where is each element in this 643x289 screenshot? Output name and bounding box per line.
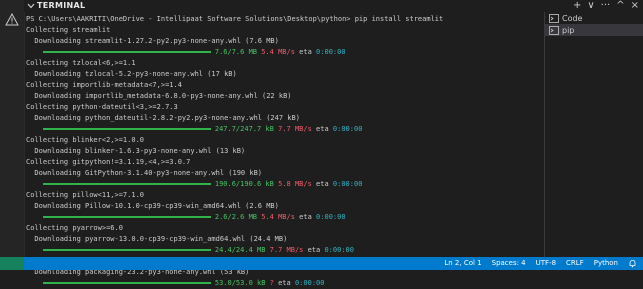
progress-bar <box>42 183 211 185</box>
progress-eta-value: 0:00:00 <box>294 279 325 287</box>
dropdown-icon[interactable]: ∨ <box>587 0 594 12</box>
terminal-line: Downloading blinker-1.6.3-py3-none-any.w… <box>26 147 246 155</box>
terminal-line: Collecting streamlit <box>26 26 111 34</box>
terminal-tab-label: Code <box>562 13 583 23</box>
progress-bar <box>42 249 211 251</box>
progress-speed: ? <box>269 279 274 287</box>
progress-eta-value: 0:00:00 <box>316 48 346 56</box>
progress-indent <box>26 48 43 56</box>
progress-amount: 190.6/190.6 kB <box>214 180 274 188</box>
terminal-line: Collecting tzlocal<6,>=1.1 <box>26 59 136 67</box>
progress-amount: 24.4/24.4 MB <box>214 246 266 254</box>
progress-speed: 5.4 MB/s <box>261 213 295 221</box>
terminal-line: Downloading tzlocal-5.2-py3-none-any.whl… <box>26 70 237 78</box>
progress-amount: 53.0/53.0 kB <box>214 279 266 287</box>
progress-line: 190.6/190.6 kB 5.8 MB/s eta 0:00:00 <box>26 179 542 190</box>
progress-indent <box>26 279 43 287</box>
terminal-line: Collecting importlib-metadata<7,>=1.4 <box>26 81 182 89</box>
progress-amount: 247.7/247.7 kB <box>214 125 274 133</box>
progress-eta-value: 0:00:00 <box>316 213 346 221</box>
progress-eta-value: 0:00:00 <box>324 246 354 254</box>
terminal-line: Collecting gitpython!=3.1.19,<4,>=3.0.7 <box>26 158 191 166</box>
progress-speed: 5.8 MB/s <box>278 180 312 188</box>
new-terminal-icon[interactable]: + <box>573 0 581 12</box>
progress-line: 53.0/53.0 kB ? eta 0:00:00 <box>26 278 542 289</box>
terminal-line: Collecting pyarrow>=6.0 <box>26 224 123 232</box>
status-indentation[interactable]: Spaces: 4 <box>492 257 526 270</box>
terminal-line: Downloading streamlit-1.27.2-py2.py3-non… <box>26 37 279 45</box>
vscode-window: TERMINAL + ∨ ··· ^ × PS C:\Users\AAKRITI… <box>0 0 643 287</box>
progress-eta-label: eta <box>307 246 321 254</box>
terminal-tab-label: pip <box>562 25 575 35</box>
terminal-line: Downloading pyarrow-13.0.0-cp39-cp39-win… <box>26 235 288 243</box>
warning-icon[interactable] <box>5 13 19 26</box>
progress-eta-label: eta <box>316 180 329 188</box>
progress-bar <box>42 282 211 284</box>
progress-bar <box>42 51 211 53</box>
progress-line: 2.6/2.6 MB 5.4 MB/s eta 0:00:00 <box>26 212 542 223</box>
progress-line: 247.7/247.7 kB 7.7 MB/s eta 0:00:00 <box>26 124 542 135</box>
terminal-icon <box>549 13 559 23</box>
progress-indent <box>26 125 43 133</box>
more-actions-icon[interactable]: ··· <box>601 0 611 12</box>
status-encoding[interactable]: UTF-8 <box>536 257 556 270</box>
terminal-line: Downloading GitPython-3.1.40-py3-none-an… <box>26 169 263 177</box>
progress-speed: 7.7 MB/s <box>269 246 304 254</box>
remote-indicator-icon[interactable] <box>0 257 24 270</box>
panel-header: TERMINAL + ∨ ··· ^ × <box>24 0 643 12</box>
progress-line: 24.4/24.4 MB 7.7 MB/s eta 0:00:00 <box>26 245 542 256</box>
terminal-tab-pip[interactable]: pip <box>545 24 643 36</box>
progress-indent <box>26 213 43 221</box>
progress-eta-label: eta <box>316 125 329 133</box>
activity-bar <box>0 0 25 257</box>
panel-actions: + ∨ ··· ^ × <box>573 0 639 12</box>
terminal-output[interactable]: PS C:\Users\AAKRITI\OneDrive - Intellipa… <box>26 14 542 287</box>
status-bar: Ln 2, Col 1 Spaces: 4 UTF-8 CRLF Python <box>0 257 643 270</box>
panel-title: TERMINAL <box>37 1 86 10</box>
terminal-line: Downloading python_dateutil-2.8.2-py2.py… <box>26 114 300 122</box>
terminal-tab-code[interactable]: Code <box>545 12 643 24</box>
progress-eta-label: eta <box>299 48 312 56</box>
chevron-down-icon[interactable] <box>26 1 36 11</box>
status-items: Ln 2, Col 1 Spaces: 4 UTF-8 CRLF Python <box>444 257 637 270</box>
progress-bar <box>42 216 211 218</box>
close-icon[interactable]: × <box>631 0 639 12</box>
bell-icon[interactable] <box>628 259 637 268</box>
progress-amount: 2.6/2.6 MB <box>214 213 258 221</box>
terminal-line: Collecting python-dateutil<3,>=2.7.3 <box>26 103 178 111</box>
status-line-ending[interactable]: CRLF <box>566 257 584 270</box>
maximize-icon[interactable]: ^ <box>616 0 624 12</box>
terminal-line: Downloading Pillow-10.1.0-cp39-cp39-win_… <box>26 202 279 210</box>
progress-indent <box>26 180 43 188</box>
terminal-icon <box>549 25 559 35</box>
progress-eta-value: 0:00:00 <box>332 180 363 188</box>
progress-amount: 7.6/7.6 MB <box>214 48 258 56</box>
progress-speed: 7.7 MB/s <box>278 125 312 133</box>
progress-eta-value: 0:00:00 <box>332 125 363 133</box>
terminal-line: Downloading importlib_metadata-6.8.0-py3… <box>26 92 292 100</box>
terminal-line: Collecting pillow<11,>=7.1.0 <box>26 191 145 199</box>
progress-speed: 5.4 MB/s <box>261 48 295 56</box>
terminal-line: Collecting blinker<2,>=1.0.0 <box>26 136 145 144</box>
status-cursor-position[interactable]: Ln 2, Col 1 <box>444 257 481 270</box>
terminal-line: PS C:\Users\AAKRITI\OneDrive - Intellipa… <box>26 15 444 23</box>
progress-line: 7.6/7.6 MB 5.4 MB/s eta 0:00:00 <box>26 47 542 58</box>
progress-indent <box>26 246 43 254</box>
progress-eta-label: eta <box>278 279 291 287</box>
progress-bar <box>42 128 211 130</box>
status-language[interactable]: Python <box>594 257 618 270</box>
progress-eta-label: eta <box>299 213 312 221</box>
terminal-list: Code pip <box>544 12 643 257</box>
